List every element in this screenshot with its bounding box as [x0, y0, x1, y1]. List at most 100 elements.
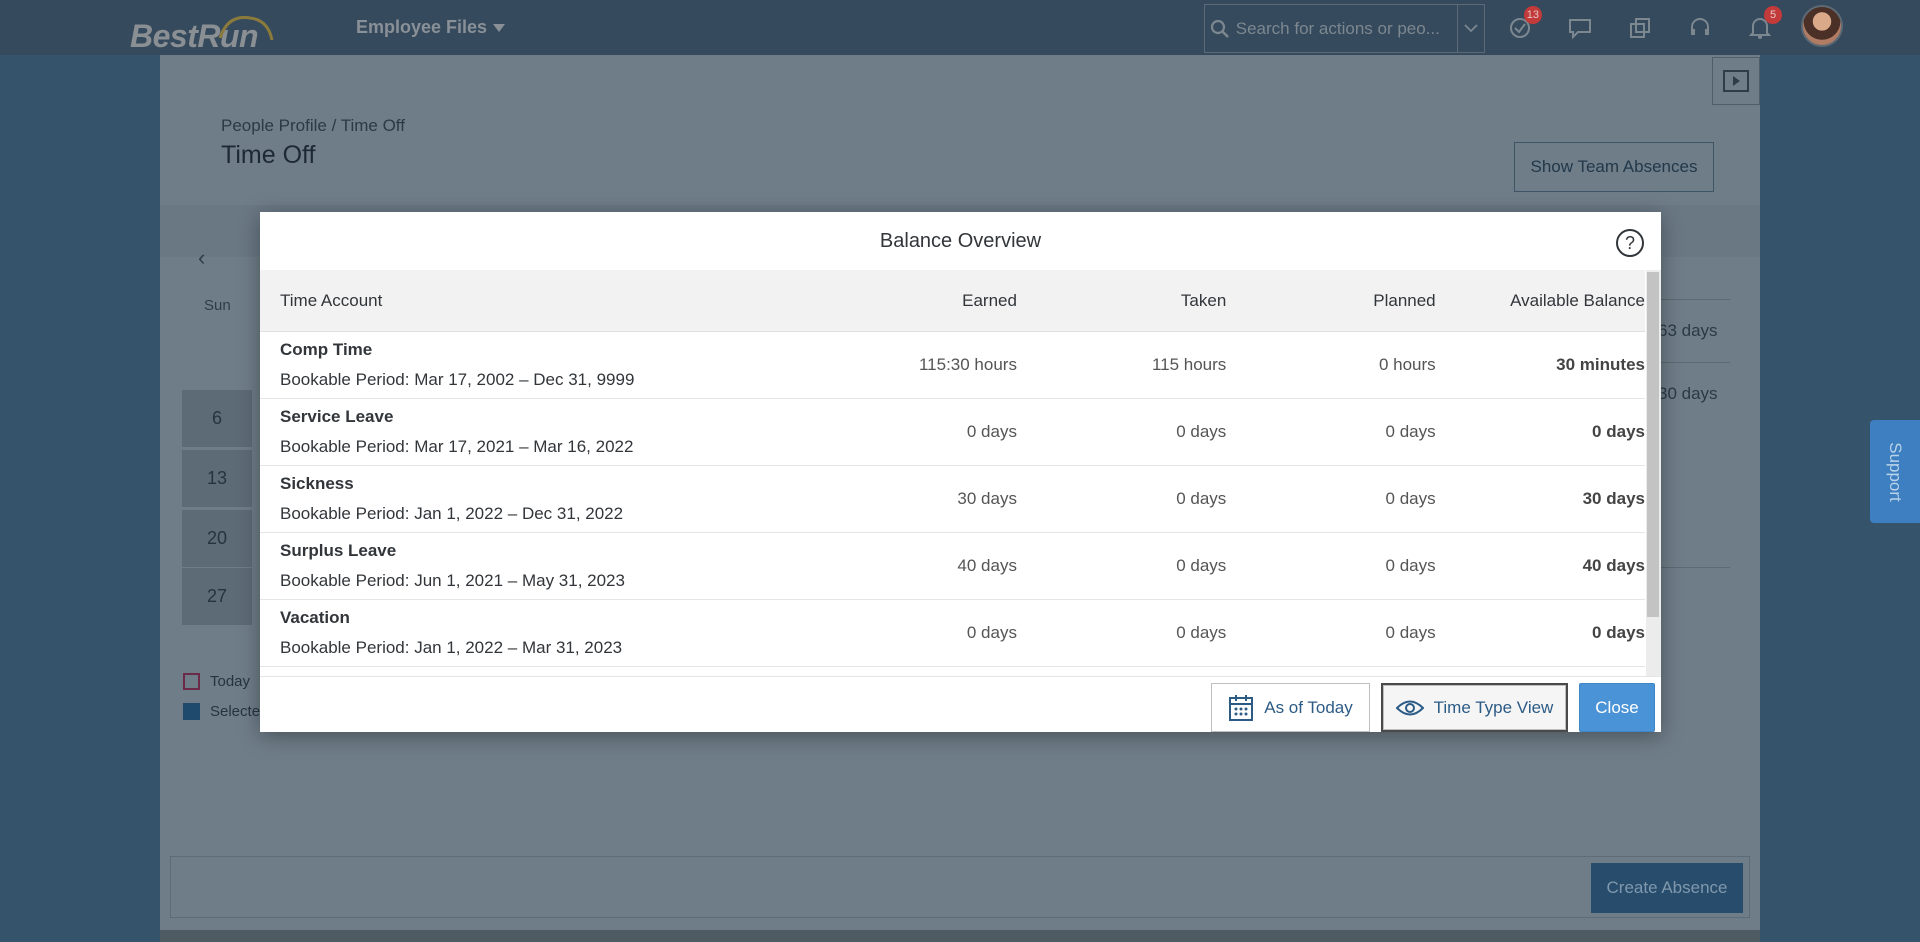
bookable-period: Bookable Period: Jan 1, 2022 – Dec 31, 2… — [280, 504, 624, 523]
selected-legend-swatch — [183, 703, 200, 720]
feedback-button[interactable] — [1566, 14, 1594, 42]
help-icon[interactable]: ? — [1616, 229, 1644, 257]
planned-value: 0 days — [1385, 489, 1436, 508]
bookable-period: Bookable Period: Jun 1, 2021 – May 31, 2… — [280, 571, 625, 590]
column-header: Available Balance — [1510, 290, 1645, 310]
account-name: Service Leave — [280, 407, 394, 426]
page-bottom-strip — [160, 930, 1760, 942]
close-button[interactable]: Close — [1579, 683, 1655, 732]
breadcrumb[interactable]: People Profile / Time Off — [221, 116, 405, 136]
table-row[interactable]: Service Leave Bookable Period: Mar 17, 20… — [260, 399, 1645, 466]
taken-value: 0 days — [1176, 556, 1227, 575]
calendar-prev-icon[interactable]: ‹ — [198, 245, 205, 271]
available-balance: 0 days — [1592, 422, 1645, 441]
divider — [1650, 362, 1730, 363]
page-footer — [170, 856, 1750, 918]
copy-button[interactable] — [1626, 14, 1654, 42]
copy-icon — [1630, 18, 1650, 38]
balance-overview-dialog: Balance Overview ? Time Account Earned T… — [260, 212, 1661, 732]
as-of-today-label: As of Today — [1264, 697, 1353, 717]
available-balance: 0 days — [1592, 623, 1645, 642]
planned-value: 0 hours — [1378, 355, 1436, 374]
table-row[interactable]: Sickness Bookable Period: Jan 1, 2022 – D… — [260, 466, 1645, 533]
employee-files-menu[interactable]: Employee Files — [356, 17, 506, 38]
account-name: Sickness — [280, 474, 354, 493]
available-balance: 40 days — [1582, 556, 1645, 575]
headset-icon — [1691, 18, 1709, 35]
notifications-button[interactable]: 5 — [1746, 6, 1782, 42]
play-icon — [1723, 70, 1749, 92]
chevron-down-icon — [1464, 24, 1478, 33]
search-dropdown-button[interactable] — [1456, 5, 1484, 52]
create-absence-button[interactable]: Create Absence — [1591, 863, 1743, 913]
play-button[interactable] — [1712, 57, 1760, 105]
dialog-footer: As of Today Time Type View Close — [260, 676, 1661, 732]
scrollbar-thumb[interactable] — [1647, 272, 1659, 617]
taken-value: 0 days — [1176, 422, 1227, 441]
show-team-absences-button[interactable]: Show Team Absences — [1514, 142, 1714, 192]
today-legend-swatch — [183, 673, 200, 690]
approvals-badge: 13 — [1523, 6, 1542, 24]
legend-selected: Selecte — [210, 703, 261, 720]
account-name: Comp Time — [280, 340, 373, 359]
approvals-button[interactable]: 13 — [1506, 6, 1542, 42]
table-header: Time Account Earned Taken Planned Availa… — [260, 270, 1645, 332]
page-title: Time Off — [221, 141, 316, 169]
calendar-day[interactable]: 13 — [182, 450, 252, 507]
time-type-view-button[interactable]: Time Type View — [1381, 683, 1568, 732]
search-box — [1204, 4, 1485, 53]
taken-value: 0 days — [1176, 623, 1227, 642]
table-row[interactable]: Vacation Bookable Period: Jan 1, 2022 – M… — [260, 600, 1645, 667]
side-balance-value: 63 days — [1658, 321, 1718, 340]
planned-value: 0 days — [1385, 623, 1436, 642]
planned-value: 0 days — [1385, 556, 1436, 575]
account-name: Vacation — [280, 608, 350, 627]
available-balance: 30 minutes — [1556, 355, 1645, 374]
company-logo[interactable]: BestRun — [128, 12, 278, 54]
table-row[interactable]: Surplus Leave Bookable Period: Jun 1, 202… — [260, 533, 1645, 600]
as-of-today-button[interactable]: As of Today — [1211, 683, 1370, 732]
legend-today: Today — [210, 673, 251, 690]
available-balance: 30 days — [1582, 489, 1645, 508]
search-icon[interactable] — [1205, 19, 1236, 39]
logo-arc-icon — [218, 15, 274, 41]
column-header: Planned — [1373, 290, 1436, 310]
divider — [1650, 567, 1730, 568]
shell-bar: BestRun Employee Files 13 5 — [0, 0, 1920, 55]
earned-value: 0 days — [966, 623, 1017, 642]
column-header: Earned — [962, 290, 1017, 310]
help-headset-button[interactable] — [1686, 14, 1714, 42]
support-tab[interactable]: Support — [1870, 420, 1920, 523]
menu-label: Employee Files — [356, 17, 488, 37]
earned-value: 40 days — [957, 556, 1017, 575]
bookable-period: Bookable Period: Mar 17, 2002 – Dec 31, … — [280, 370, 635, 389]
calendar-icon — [1229, 694, 1254, 721]
table-row[interactable]: Comp Time Bookable Period: Mar 17, 2002 –… — [260, 332, 1645, 399]
earned-value: 115:30 hours — [918, 355, 1017, 374]
column-header: Time Account — [280, 290, 383, 310]
taken-value: 0 days — [1176, 489, 1227, 508]
calendar-day-header: Sun — [204, 297, 231, 314]
bookable-period: Bookable Period: Mar 17, 2021 – Mar 16, … — [280, 437, 634, 456]
calendar-day[interactable]: 6 — [182, 390, 252, 447]
notifications-badge: 5 — [1764, 6, 1782, 24]
earned-value: 30 days — [957, 489, 1017, 508]
divider — [1650, 299, 1730, 300]
balance-table: Time Account Earned Taken Planned Availa… — [260, 270, 1645, 667]
user-avatar[interactable] — [1801, 5, 1843, 47]
account-name: Surplus Leave — [280, 541, 397, 560]
bookable-period: Bookable Period: Jan 1, 2022 – Mar 31, 2… — [280, 638, 623, 657]
calendar-day[interactable]: 20 — [182, 510, 252, 567]
column-header: Taken — [1180, 290, 1227, 310]
calendar-day[interactable]: 27 — [182, 568, 252, 625]
planned-value: 0 days — [1385, 422, 1436, 441]
time-type-view-label: Time Type View — [1433, 697, 1554, 717]
side-balance-value: 30 days — [1658, 384, 1718, 403]
taken-value: 115 hours — [1151, 355, 1227, 374]
chevron-down-icon — [493, 23, 506, 32]
earned-value: 0 days — [966, 422, 1017, 441]
support-label: Support — [1886, 441, 1906, 502]
search-input[interactable] — [1235, 18, 1457, 39]
eye-icon — [1395, 700, 1424, 715]
dialog-title: Balance Overview — [879, 230, 1042, 252]
